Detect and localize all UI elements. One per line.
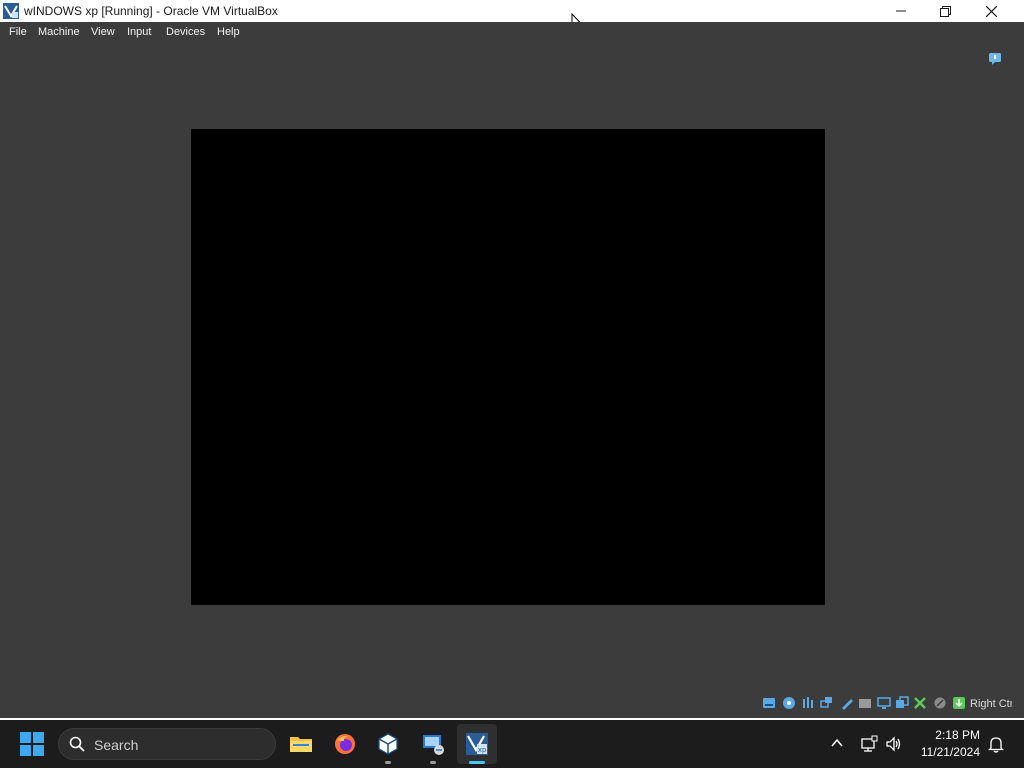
display-icon[interactable] [877, 696, 891, 710]
menu-machine[interactable]: Machine [38, 26, 80, 38]
search-icon [69, 736, 85, 752]
clock-time[interactable]: 2:18 PM [920, 728, 980, 742]
audio-icon[interactable] [801, 696, 815, 710]
notification-bell-icon[interactable] [988, 735, 1004, 753]
notification-message-icon[interactable] [988, 52, 1002, 66]
close-icon [985, 5, 997, 17]
close-button[interactable] [968, 0, 1014, 22]
virtualbox-cube-icon [378, 733, 398, 755]
shared-folders-icon[interactable] [858, 696, 872, 710]
svg-text:xp: xp [478, 746, 487, 754]
optical-drive-icon[interactable] [782, 696, 796, 710]
menu-file[interactable]: File [9, 26, 27, 38]
usb-icon[interactable] [840, 696, 854, 710]
taskbar-search[interactable]: Search [58, 728, 276, 760]
running-indicator [430, 761, 436, 764]
minimize-button[interactable] [878, 0, 924, 22]
restore-icon [939, 5, 951, 17]
host-key-label: Right Ctrl [970, 698, 1012, 710]
active-indicator [469, 761, 485, 764]
guest-additions-icon[interactable] [913, 696, 927, 710]
virtualbox-app-icon [3, 3, 19, 19]
volume-icon[interactable] [885, 735, 903, 753]
window-title: wINDOWS xp [Running] - Oracle VM Virtual… [24, 4, 278, 18]
menu-bar: File Machine View Input Devices Help [0, 22, 1024, 42]
taskbar: Search xp 2:18 PM 11/21/2024 [0, 720, 1024, 768]
show-hidden-icons-chevron-icon[interactable] [830, 736, 844, 750]
cpu-icon[interactable] [933, 696, 947, 710]
menu-input[interactable]: Input [127, 26, 151, 38]
title-bar[interactable]: wINDOWS xp [Running] - Oracle VM Virtual… [0, 0, 1024, 22]
folder-icon [290, 737, 312, 752]
firefox-icon [335, 734, 355, 754]
restore-button[interactable] [922, 0, 968, 22]
network-status-icon[interactable] [860, 735, 878, 753]
virtualbox-window: wINDOWS xp [Running] - Oracle VM Virtual… [0, 0, 1024, 718]
minimize-icon [896, 10, 906, 12]
taskbar-remote-desktop[interactable] [413, 724, 453, 764]
mouse-integration-icon[interactable] [952, 696, 966, 710]
hard-disk-icon[interactable] [762, 696, 776, 710]
running-indicator [385, 761, 391, 764]
clock-date[interactable]: 11/21/2024 [910, 745, 980, 759]
windows-start-icon[interactable] [20, 732, 44, 756]
virtualbox-xp-vm-icon: xp [466, 733, 488, 755]
remote-desktop-icon [423, 735, 444, 755]
taskbar-file-explorer[interactable] [281, 724, 321, 764]
video-capture-icon[interactable] [895, 696, 909, 710]
menu-devices[interactable]: Devices [166, 26, 205, 38]
status-bar: Right Ctrl [0, 694, 1024, 714]
taskbar-virtualbox-vm-xp[interactable]: xp [457, 724, 497, 764]
menu-help[interactable]: Help [217, 26, 240, 38]
menu-view[interactable]: View [91, 26, 115, 38]
network-icon[interactable] [820, 696, 834, 710]
taskbar-firefox[interactable] [325, 724, 365, 764]
taskbar-virtualbox-manager[interactable] [368, 724, 408, 764]
search-placeholder: Search [94, 737, 139, 753]
vm-display[interactable] [191, 129, 825, 605]
